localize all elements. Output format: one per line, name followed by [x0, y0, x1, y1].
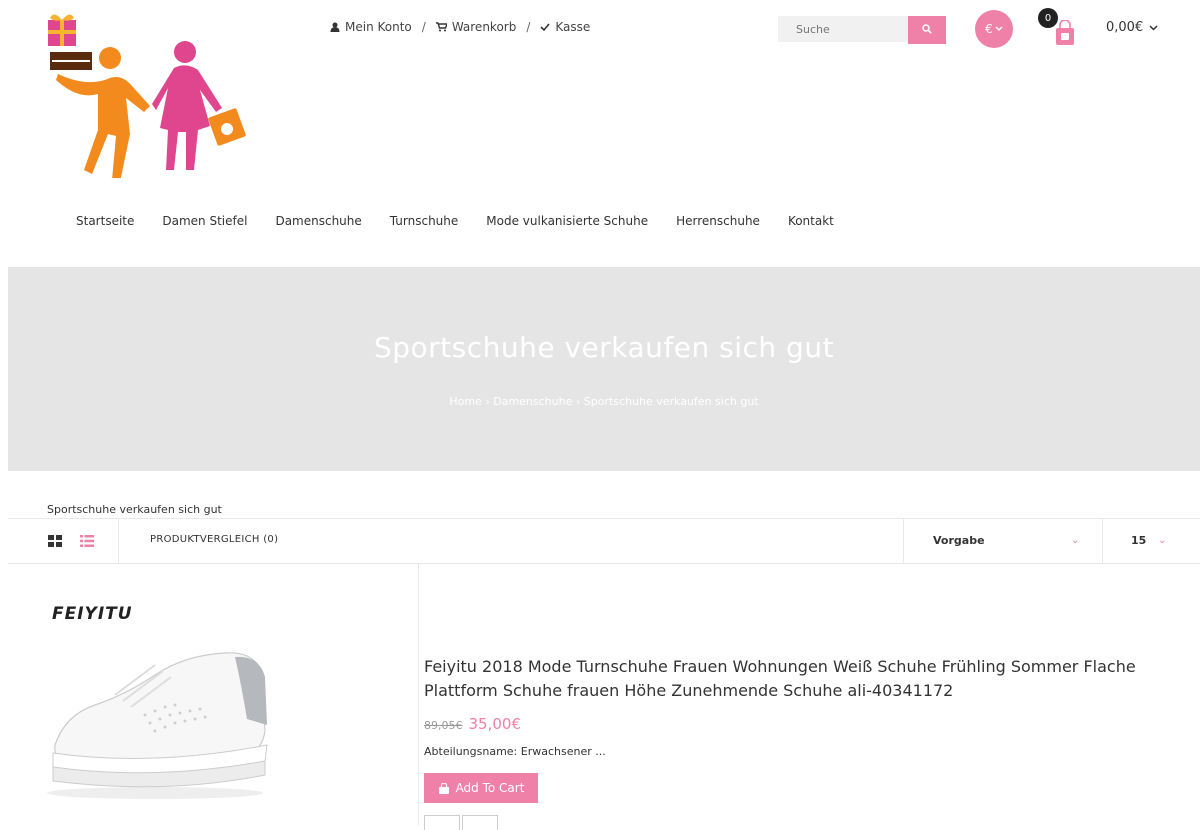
add-to-cart-button[interactable]: Add To Cart	[424, 773, 538, 803]
chevron-down-icon[interactable]: ⌄	[1071, 535, 1079, 546]
currency-selector[interactable]: €	[975, 10, 1013, 48]
sort-select[interactable]: Vorgabe	[933, 534, 985, 547]
product-image[interactable]	[45, 635, 275, 805]
chevron-down-icon[interactable]: ⌄	[1158, 535, 1166, 546]
cart-link-label: Warenkorb	[451, 20, 517, 34]
limit-select[interactable]: 15	[1131, 534, 1146, 547]
header-cart[interactable]: 0	[1038, 8, 1084, 50]
breadcrumb[interactable]: Home › Damenschuhe › Sportschuhe verkauf…	[8, 395, 1200, 408]
nav-item-herrenschuhe[interactable]: Herrenschuhe	[676, 214, 760, 228]
old-price: 89,05€	[424, 719, 463, 732]
my-account-label: Mein Konto	[345, 20, 412, 34]
sneaker-image	[47, 652, 268, 799]
shopping-bag-icon	[438, 782, 449, 794]
list-view-icon[interactable]	[80, 535, 94, 547]
cart-count-badge: 0	[1038, 8, 1058, 28]
grid-view-icon[interactable]	[48, 535, 62, 547]
nav-item-startseite[interactable]: Startseite	[76, 214, 134, 228]
nav-item-damen-stiefel[interactable]: Damen Stiefel	[162, 214, 247, 228]
category-banner: Sportschuhe verkaufen sich gut Home › Da…	[8, 267, 1200, 471]
compare-button[interactable]	[462, 815, 498, 830]
shopping-bag-icon	[1056, 20, 1074, 45]
nav-item-damenschuhe[interactable]: Damenschuhe	[275, 214, 361, 228]
nav-item-turnschuhe[interactable]: Turnschuhe	[390, 214, 459, 228]
checkout-label: Kasse	[555, 20, 591, 34]
chevron-down-icon	[1149, 24, 1158, 31]
search-icon	[922, 23, 932, 34]
toolbar-divider	[1102, 519, 1103, 563]
top-links: Mein Konto / Warenkorb / Kasse	[330, 20, 590, 34]
checkout-link[interactable]: Kasse	[540, 20, 590, 34]
product-attribute: Abteilungsname: Erwachsener ...	[424, 745, 606, 758]
logo-graphic	[48, 14, 246, 182]
separator: /	[421, 20, 426, 34]
user-icon	[330, 22, 340, 32]
cart-total-dropdown[interactable]: 0,00€	[1106, 20, 1158, 35]
special-price: 35,00€	[468, 715, 522, 733]
main-nav: Startseite Damen Stiefel Damenschuhe Tur…	[76, 214, 834, 228]
product-price: 89,05€ 35,00€	[424, 715, 521, 733]
search-button[interactable]	[908, 16, 946, 44]
wishlist-button[interactable]	[424, 815, 460, 830]
toolbar-divider	[118, 519, 119, 563]
currency-symbol: €	[985, 22, 993, 36]
add-to-cart-label: Add To Cart	[455, 781, 525, 795]
product-title-link[interactable]: Feiyitu 2018 Mode Turnschuhe Frauen Wohn…	[424, 655, 1184, 703]
product-toolbar: PRODUKTVERGLEICH (0) Vorgabe ⌄ 15 ⌄	[8, 518, 1200, 564]
toolbar-divider	[903, 519, 904, 563]
separator: /	[526, 20, 531, 34]
store-logo[interactable]	[40, 8, 260, 182]
product-brand-logo: FEIYITU	[52, 604, 133, 624]
banner-title: Sportschuhe verkaufen sich gut	[373, 331, 835, 364]
check-icon	[540, 23, 551, 32]
search-box	[778, 16, 946, 44]
cart-total-value: 0,00€	[1106, 20, 1144, 35]
category-heading: Sportschuhe verkaufen sich gut	[47, 503, 222, 516]
nav-item-kontakt[interactable]: Kontakt	[788, 214, 834, 228]
product-compare-link[interactable]: PRODUKTVERGLEICH (0)	[150, 534, 278, 545]
shopping-cart-icon	[435, 22, 447, 32]
product-divider	[418, 564, 419, 825]
search-input[interactable]	[778, 16, 908, 42]
cart-link[interactable]: Warenkorb	[435, 20, 517, 34]
my-account-link[interactable]: Mein Konto	[330, 20, 412, 34]
chevron-down-icon	[995, 26, 1003, 31]
nav-item-mode-vulkanisierte-schuhe[interactable]: Mode vulkanisierte Schuhe	[486, 214, 648, 228]
